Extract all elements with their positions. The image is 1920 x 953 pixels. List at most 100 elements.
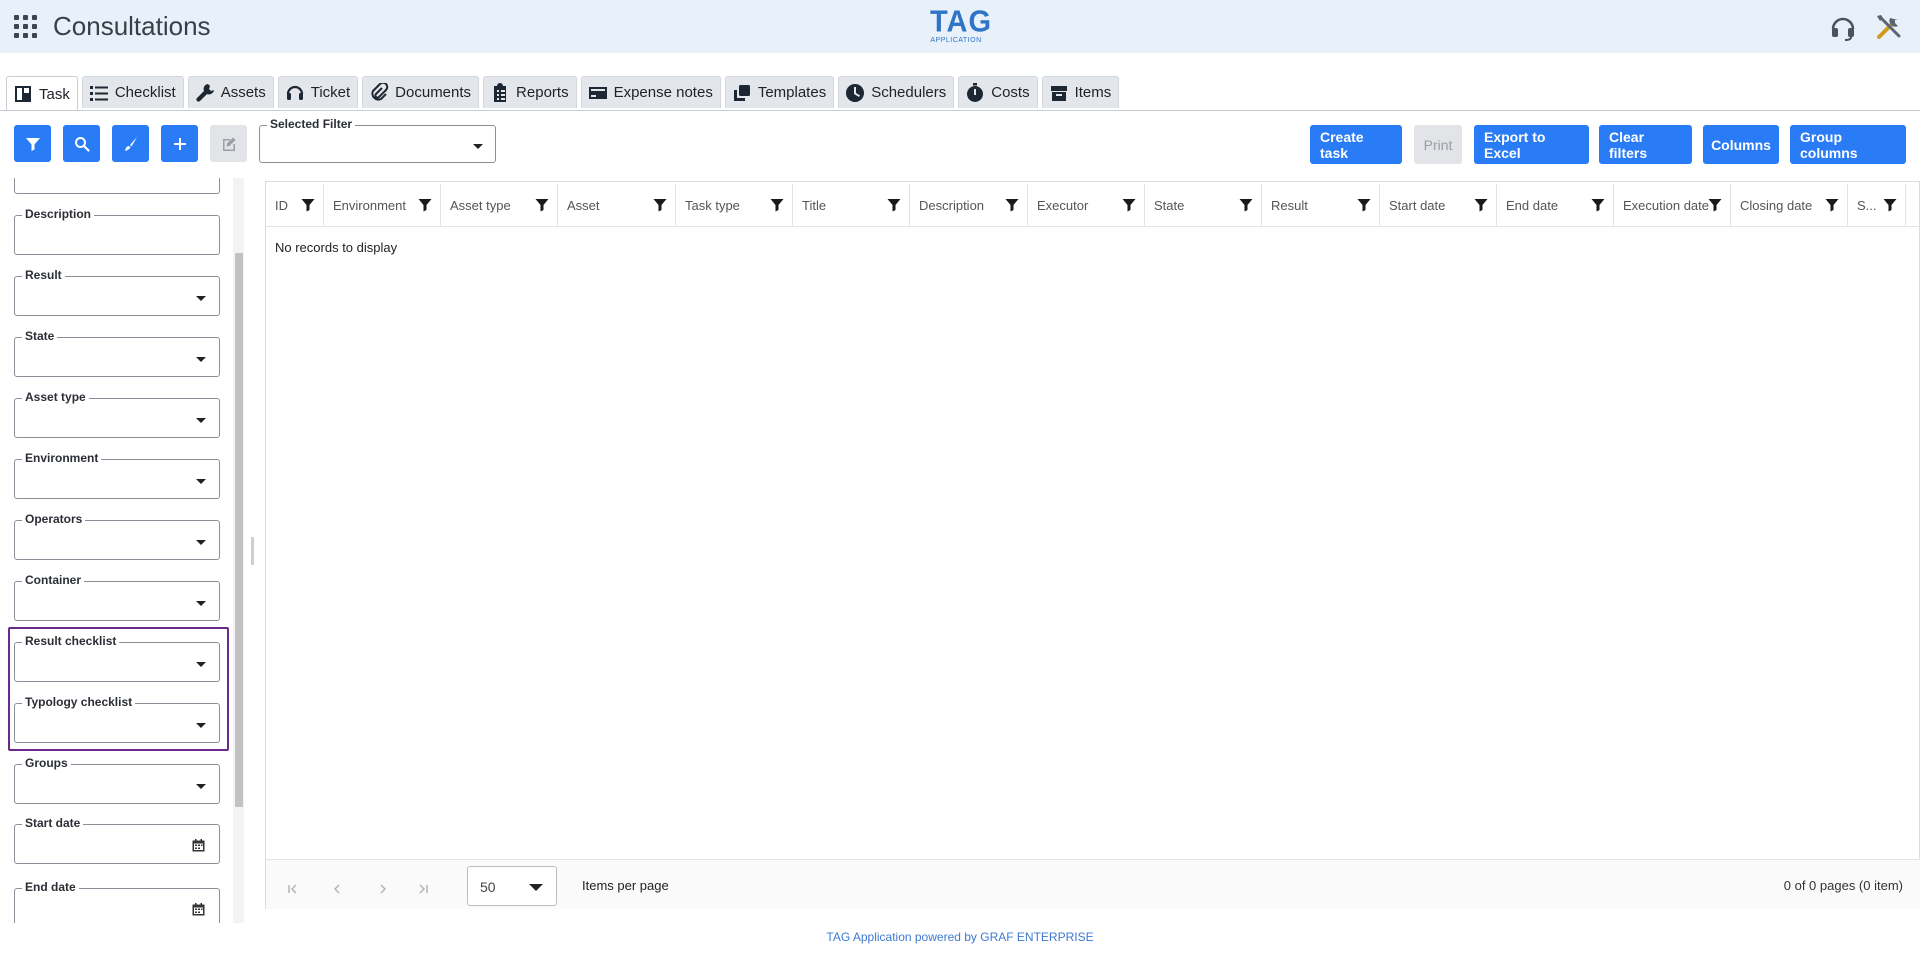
last-page-icon[interactable]	[418, 881, 428, 894]
search-button[interactable]	[63, 125, 100, 162]
filter-description[interactable]: Description	[14, 207, 220, 255]
column-header-asset-type[interactable]: Asset type	[441, 184, 558, 227]
tab-assets[interactable]: Assets	[187, 76, 274, 108]
create-task-button[interactable]: Create task	[1310, 125, 1402, 164]
first-page-icon[interactable]	[288, 881, 298, 894]
column-header-asset[interactable]: Asset	[558, 184, 676, 227]
tools-settings-icon[interactable]	[1874, 12, 1904, 42]
column-header-state[interactable]: State	[1145, 184, 1262, 227]
column-header-start-date[interactable]: Start date	[1380, 184, 1497, 227]
headset-support-icon[interactable]	[1829, 14, 1857, 42]
tab-reports[interactable]: Reports	[483, 76, 577, 108]
filter-toggle-button[interactable]	[14, 125, 51, 162]
prev-page-icon[interactable]	[332, 881, 342, 894]
tab-label: Costs	[991, 84, 1030, 101]
filter-end-date[interactable]: End date	[14, 880, 220, 923]
column-filter-icon[interactable]	[1357, 198, 1371, 212]
column-filter-icon[interactable]	[418, 198, 432, 212]
tab-expense-notes[interactable]: Expense notes	[580, 76, 721, 108]
add-button[interactable]	[161, 125, 198, 162]
page-size-value: 50	[480, 879, 496, 895]
scrollbar-thumb[interactable]	[235, 253, 243, 807]
clock-icon	[846, 83, 865, 102]
column-header-description[interactable]: Description	[910, 184, 1028, 227]
filter-label: Result	[22, 268, 65, 282]
page-size-select[interactable]: 50	[467, 866, 557, 906]
items-per-page-label: Items per page	[582, 878, 669, 893]
column-filter-icon[interactable]	[301, 198, 315, 212]
edit-button[interactable]	[210, 125, 247, 162]
print-button[interactable]: Print	[1414, 125, 1462, 164]
column-filter-icon[interactable]	[1825, 198, 1839, 212]
filter-operators[interactable]: Operators	[14, 512, 220, 560]
column-filter-icon[interactable]	[1122, 198, 1136, 212]
column-header-id[interactable]: ID	[266, 184, 324, 227]
group-columns-button[interactable]: Group columns	[1790, 125, 1906, 164]
search-icon	[74, 136, 90, 152]
tab-documents[interactable]: Documents	[362, 76, 480, 108]
column-label: End date	[1506, 198, 1559, 213]
column-filter-icon[interactable]	[1239, 198, 1253, 212]
filter-state[interactable]: State	[14, 329, 220, 377]
footer-text[interactable]: TAG Application powered by GRAF ENTERPRI…	[0, 930, 1920, 944]
column-header-executor[interactable]: Executor	[1028, 184, 1145, 227]
column-filter-icon[interactable]	[1005, 198, 1019, 212]
board-icon	[15, 86, 31, 102]
calendar-icon[interactable]	[192, 903, 205, 916]
column-label: Closing date	[1740, 198, 1813, 213]
column-label: ID	[275, 198, 288, 213]
column-label: S...	[1857, 198, 1877, 213]
filter-container[interactable]: Container	[14, 573, 220, 621]
tab-task[interactable]: Task	[6, 76, 78, 111]
page-title: Consultations	[53, 11, 211, 41]
column-filter-icon[interactable]	[1883, 198, 1897, 212]
calendar-icon[interactable]	[192, 839, 205, 852]
tab-costs[interactable]: Costs	[958, 76, 1038, 108]
column-filter-icon[interactable]	[1474, 198, 1488, 212]
column-filter-icon[interactable]	[535, 198, 549, 212]
column-header-s[interactable]: S...	[1848, 184, 1906, 227]
apps-grid-icon[interactable]	[14, 15, 37, 38]
filter-field-partial[interactable]	[14, 178, 220, 194]
column-filter-icon[interactable]	[1591, 198, 1605, 212]
tab-label: Ticket	[310, 84, 351, 101]
tab-schedulers[interactable]: Schedulers	[838, 76, 955, 108]
tab-ticket[interactable]: Ticket	[277, 76, 359, 108]
column-header-result[interactable]: Result	[1262, 184, 1380, 227]
column-header-title[interactable]: Title	[793, 184, 910, 227]
filter-asset-type[interactable]: Asset type	[14, 390, 220, 438]
filter-result[interactable]: Result	[14, 268, 220, 316]
panel-splitter-handle[interactable]	[251, 537, 254, 565]
column-label: Execution date	[1623, 198, 1710, 213]
filter-environment[interactable]: Environment	[14, 451, 220, 499]
clear-filters-button[interactable]: Clear filters	[1599, 125, 1692, 164]
column-filter-icon[interactable]	[653, 198, 667, 212]
tag-logo: TAG APPLICATION	[930, 6, 991, 47]
filter-start-date[interactable]: Start date	[14, 816, 220, 864]
column-header-execution-date[interactable]: Execution date	[1614, 184, 1731, 227]
column-filter-icon[interactable]	[770, 198, 784, 212]
export-excel-button[interactable]: Export to Excel	[1474, 125, 1589, 164]
tab-checklist[interactable]: Checklist	[81, 76, 184, 108]
list-icon	[89, 85, 108, 101]
tab-templates[interactable]: Templates	[724, 76, 835, 108]
column-filter-icon[interactable]	[887, 198, 901, 212]
chevron-down-icon	[473, 144, 483, 149]
empty-message: No records to display	[275, 240, 398, 255]
column-header-environment[interactable]: Environment	[324, 184, 441, 227]
clear-brush-button[interactable]	[112, 125, 149, 162]
columns-button[interactable]: Columns	[1703, 125, 1779, 164]
chevron-down-icon	[196, 784, 206, 789]
tab-items[interactable]: Items	[1041, 76, 1120, 108]
column-filter-icon[interactable]	[1708, 198, 1722, 212]
column-header-task-type[interactable]: Task type	[676, 184, 793, 227]
column-header-closing-date[interactable]: Closing date	[1731, 184, 1848, 227]
filter-groups[interactable]: Groups	[14, 756, 220, 804]
filter-label: End date	[22, 880, 79, 894]
filter-panel: Description Result State Asset type Environm…	[0, 178, 250, 923]
column-label: Result	[1271, 198, 1308, 213]
selected-filter-select[interactable]: Selected Filter	[259, 117, 496, 163]
chevron-down-icon	[196, 479, 206, 484]
next-page-icon[interactable]	[378, 881, 388, 894]
column-header-end-date[interactable]: End date	[1497, 184, 1614, 227]
